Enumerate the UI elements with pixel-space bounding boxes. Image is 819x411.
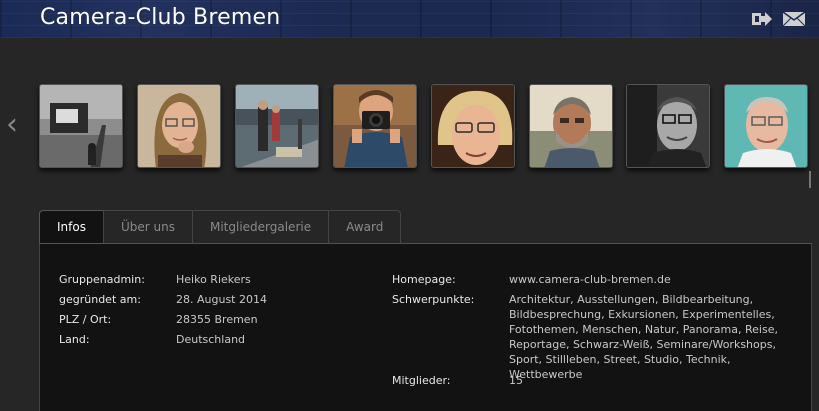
member-carousel: ‹: [0, 84, 819, 174]
tab-infos[interactable]: Infos: [39, 210, 104, 243]
header-banner: Camera-Club Bremen: [0, 0, 819, 38]
page-title: Camera-Club Bremen: [40, 5, 281, 30]
member-photo-2[interactable]: [137, 84, 221, 168]
member-photo-5[interactable]: [431, 84, 515, 168]
tab-award[interactable]: Award: [328, 210, 402, 243]
member-photo-8[interactable]: [724, 84, 808, 168]
country-label: Land:: [59, 333, 90, 346]
tab-mitgliedergalerie[interactable]: Mitgliedergalerie: [191, 210, 330, 243]
member-photo-7[interactable]: [626, 84, 710, 168]
members-count-value: 15: [509, 374, 523, 387]
info-panel: Gruppenadmin: Heiko Riekers gegründet am…: [39, 243, 812, 411]
admin-label: Gruppenadmin:: [59, 273, 145, 286]
homepage-label: Homepage:: [392, 273, 456, 286]
member-photo-6[interactable]: [529, 84, 613, 168]
admin-value: Heiko Riekers: [176, 273, 251, 286]
tab-bar: Infos Über uns Mitgliedergalerie Award: [39, 210, 402, 243]
founded-value: 28. August 2014: [176, 293, 267, 306]
share-icon[interactable]: [750, 10, 774, 28]
carousel-prev-button[interactable]: ‹: [6, 110, 18, 140]
members-count-label: Mitglieder:: [392, 374, 451, 387]
member-photo-1[interactable]: [39, 84, 123, 168]
country-value: Deutschland: [176, 333, 246, 346]
tab-ueber-uns[interactable]: Über uns: [102, 210, 193, 243]
zip-city-label: PLZ / Ort:: [59, 313, 112, 326]
focus-value: Architektur, Ausstellungen, Bildbearbeit…: [509, 293, 778, 381]
mail-icon[interactable]: [782, 10, 806, 28]
zip-city-value: 28355 Bremen: [176, 313, 258, 326]
member-photo-4[interactable]: [333, 84, 417, 168]
homepage-link[interactable]: www.camera-club-bremen.de: [509, 273, 671, 286]
focus-label: Schwerpunkte:: [392, 293, 475, 306]
member-photo-3[interactable]: [235, 84, 319, 168]
founded-label: gegründet am:: [59, 293, 141, 306]
carousel-scroll-indicator[interactable]: [809, 171, 811, 188]
